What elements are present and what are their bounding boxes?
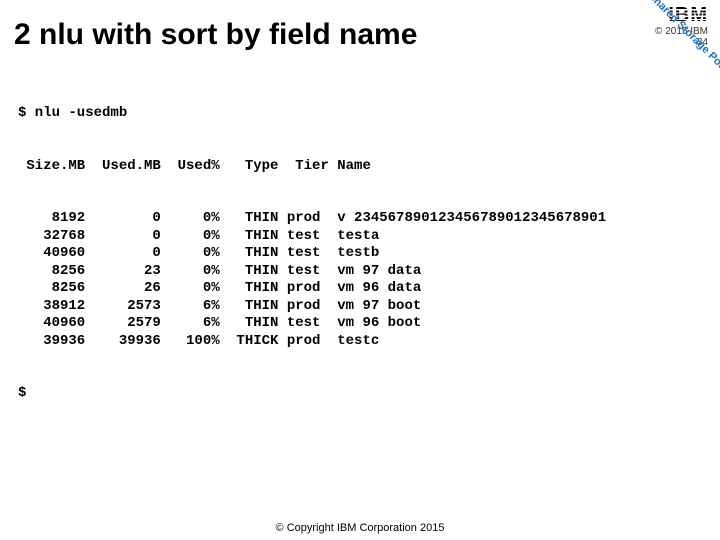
footer-copyright: © Copyright IBM Corporation 2015 xyxy=(0,522,720,534)
table-row: 40960 2579 6% THIN test vm 96 boot xyxy=(18,315,606,333)
terminal-rows: 8192 0 0% THIN prod v 234567890123456789… xyxy=(18,210,606,350)
table-row: 40960 0 0% THIN test testb xyxy=(18,245,606,263)
table-row: 39936 39936 100% THICK prod testc xyxy=(18,333,606,351)
table-row: 8256 26 0% THIN prod vm 96 data xyxy=(18,280,606,298)
page-title: 2 nlu with sort by field name xyxy=(14,18,417,52)
terminal-prompt-end: $ xyxy=(18,385,606,403)
table-row: 8192 0 0% THIN prod v 234567890123456789… xyxy=(18,210,606,228)
table-row: 32768 0 0% THIN test testa xyxy=(18,228,606,246)
terminal-block: $ nlu -usedmb Size.MB Used.MB Used% Type… xyxy=(18,70,606,438)
slide: IBM © 2015 IBM 34 Shared Storage Pool 5 … xyxy=(0,0,720,540)
table-row: 38912 2573 6% THIN prod vm 97 boot xyxy=(18,298,606,316)
terminal-header: Size.MB Used.MB Used% Type Tier Name xyxy=(18,158,606,176)
table-row: 8256 23 0% THIN test vm 97 data xyxy=(18,263,606,281)
terminal-command: $ nlu -usedmb xyxy=(18,105,606,123)
